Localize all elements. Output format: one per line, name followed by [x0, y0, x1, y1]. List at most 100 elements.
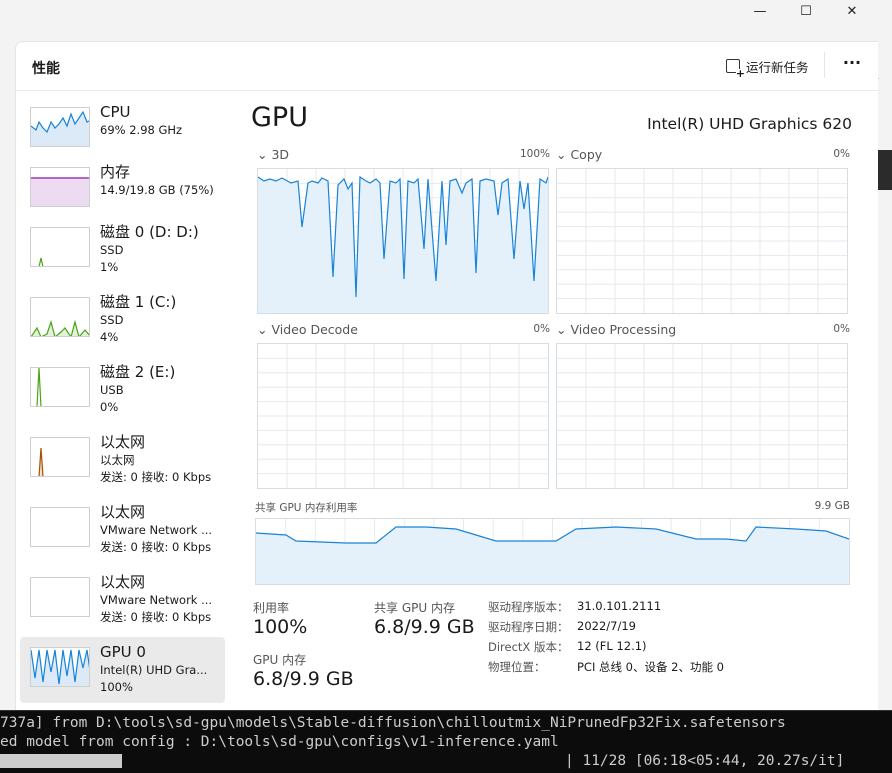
sidebar-item-usage: 4%: [100, 330, 119, 344]
sidebar-item-detail: SSD: [100, 243, 124, 257]
chevron-down-icon: ⌄: [556, 147, 571, 162]
sidebar-item-name: 磁盘 1 (C:): [100, 293, 177, 311]
sidebar-item-detail: 69% 2.98 GHz: [100, 123, 183, 137]
gpu-memory-label: GPU 内存: [253, 653, 307, 667]
memory-mini-graph: [30, 167, 90, 207]
sidebar-item-detail: VMware Network ...: [100, 523, 213, 537]
terminal-line-2: ed model from config : D:\tools\sd-gpu\c…: [0, 734, 559, 750]
sidebar-item-usage: 发送: 0 接收: 0 Kbps: [100, 470, 212, 484]
terminal-progress-bar: [0, 754, 122, 768]
sidebar-item-name: 内存: [100, 163, 131, 181]
header-divider: [16, 90, 879, 91]
engine-video-decode-selector[interactable]: ⌄ Video Decode: [257, 322, 358, 337]
sidebar-item-ethernet-2[interactable]: 以太网 VMware Network ... 发送: 0 接收: 0 Kbps: [20, 497, 225, 563]
sidebar-item-ethernet-1[interactable]: 以太网 以太网 发送: 0 接收: 0 Kbps: [20, 427, 225, 493]
engine-video-decode-graph: [257, 343, 549, 489]
driver-date-value: 2022/7/19: [577, 619, 636, 633]
driver-version-key: 驱动程序版本：: [488, 600, 569, 614]
cpu-mini-graph: [30, 107, 90, 147]
utilization-label: 利用率: [253, 601, 290, 615]
sidebar-item-disk-1[interactable]: 磁盘 1 (C:) SSD 4%: [20, 287, 225, 353]
sidebar-item-disk-2[interactable]: 磁盘 2 (E:) USB 0%: [20, 357, 225, 423]
disk1-mini-graph: [30, 297, 90, 337]
engine-3d-selector[interactable]: ⌄ 3D: [257, 147, 289, 162]
engine-copy-label: Copy: [570, 147, 603, 162]
directx-version-key: DirectX 版本：: [488, 640, 569, 654]
engine-video-processing-graph: [556, 343, 848, 489]
page-title: 性能: [32, 61, 60, 77]
sidebar-item-detail: 14.9/19.8 GB (75%): [100, 183, 214, 197]
minimize-button[interactable]: —: [740, 0, 780, 22]
chevron-down-icon: ⌄: [556, 322, 571, 337]
sidebar-item-detail: SSD: [100, 313, 124, 327]
disk2-mini-graph: [30, 367, 90, 407]
sidebar-item-disk-0[interactable]: 磁盘 0 (D: D:) SSD 1%: [20, 217, 225, 283]
toolbar-divider: [824, 52, 825, 78]
terminal-window[interactable]: 737a] from D:\tools\sd-gpu\models\Stable…: [0, 710, 892, 773]
utilization-value: 100%: [253, 616, 308, 638]
shared-memory-graph-label: 共享 GPU 内存利用率: [255, 502, 358, 514]
more-options-button[interactable]: ···: [840, 52, 864, 76]
performance-panel: 性能 运行新任务 ··· CPU 69% 2.98 GHz 内存 14.9/19…: [15, 41, 879, 710]
engine-copy-selector[interactable]: ⌄ Copy: [556, 147, 602, 162]
shared-memory-graph-max: 9.9 GB: [814, 500, 850, 512]
sidebar-item-name: 以太网: [100, 573, 146, 591]
shared-memory-graph: [255, 518, 850, 585]
sidebar-item-ethernet-3[interactable]: 以太网 VMware Network ... 发送: 0 接收: 0 Kbps: [20, 567, 225, 633]
chevron-down-icon: ⌄: [257, 147, 272, 162]
sidebar-item-name: 以太网: [100, 503, 146, 521]
engine-video-processing-label: Video Processing: [570, 322, 677, 337]
ethernet1-mini-graph: [30, 437, 90, 477]
engine-video-decode-label: Video Decode: [271, 322, 358, 337]
sidebar-item-name: CPU: [100, 103, 131, 121]
sidebar-item-usage: 100%: [100, 680, 133, 694]
engine-copy-graph: [556, 168, 848, 314]
sidebar-item-detail: 以太网: [100, 453, 135, 467]
shared-memory-label: 共享 GPU 内存: [374, 601, 455, 615]
sidebar-item-name: 磁盘 2 (E:): [100, 363, 176, 381]
mini-graph-series: [38, 257, 44, 266]
physical-location-value: PCI 总线 0、设备 2、功能 0: [577, 660, 724, 674]
physical-location-key: 物理位置：: [488, 660, 546, 674]
run-new-task-button[interactable]: 运行新任务: [726, 54, 809, 79]
disk0-mini-graph: [30, 227, 90, 267]
sidebar-item-name: 以太网: [100, 433, 146, 451]
directx-version-value: 12 (FL 12.1): [577, 639, 647, 653]
ethernet3-mini-graph: [30, 577, 90, 617]
terminal-progress-status: | 11/28 [06:18<05:44, 20.27s/it]: [565, 753, 845, 769]
chevron-down-icon: ⌄: [257, 322, 272, 337]
sidebar-item-cpu[interactable]: CPU 69% 2.98 GHz: [20, 97, 225, 163]
engine-copy-max: 0%: [833, 148, 850, 160]
terminal-line-1: 737a] from D:\tools\sd-gpu\models\Stable…: [0, 715, 786, 731]
engine-video-processing-selector[interactable]: ⌄ Video Processing: [556, 322, 676, 337]
engine-video-decode-max: 0%: [533, 323, 550, 335]
engine-3d-graph: [257, 168, 549, 314]
sidebar-item-memory[interactable]: 内存 14.9/19.8 GB (75%): [20, 157, 225, 223]
run-new-task-label: 运行新任务: [746, 59, 809, 75]
ethernet2-mini-graph: [30, 507, 90, 547]
mini-graph-series-area: [31, 112, 89, 146]
sidebar-item-detail: VMware Network ...: [100, 593, 213, 607]
gpu-memory-value: 6.8/9.9 GB: [253, 668, 354, 690]
sidebar-item-name: GPU 0: [100, 643, 146, 661]
sidebar-item-gpu-0[interactable]: GPU 0 Intel(R) UHD Gra... 100%: [20, 637, 225, 703]
gpu-heading: GPU: [251, 102, 308, 133]
engine-3d-label: 3D: [271, 147, 290, 162]
driver-date-key: 驱动程序日期：: [488, 620, 569, 634]
sidebar-item-name: 磁盘 0 (D: D:): [100, 223, 199, 241]
sidebar-item-detail: Intel(R) UHD Gra...: [100, 663, 208, 677]
mini-graph-series: [36, 368, 42, 406]
gpu-model-name: Intel(R) UHD Graphics 620: [647, 115, 852, 133]
sidebar-item-usage: 发送: 0 接收: 0 Kbps: [100, 610, 212, 624]
close-button[interactable]: ✕: [832, 0, 872, 22]
gpu-mini-graph: [30, 647, 90, 687]
mini-graph-series-area: [31, 178, 89, 206]
engine-3d-max: 100%: [519, 148, 550, 160]
new-task-icon: [726, 59, 745, 79]
engine-video-processing-max: 0%: [833, 323, 850, 335]
sidebar-item-detail: USB: [100, 383, 124, 397]
maximize-button[interactable]: ☐: [786, 0, 826, 22]
driver-version-value: 31.0.101.2111: [577, 599, 662, 613]
mini-graph-series: [38, 447, 44, 476]
sidebar-item-usage: 发送: 0 接收: 0 Kbps: [100, 540, 212, 554]
